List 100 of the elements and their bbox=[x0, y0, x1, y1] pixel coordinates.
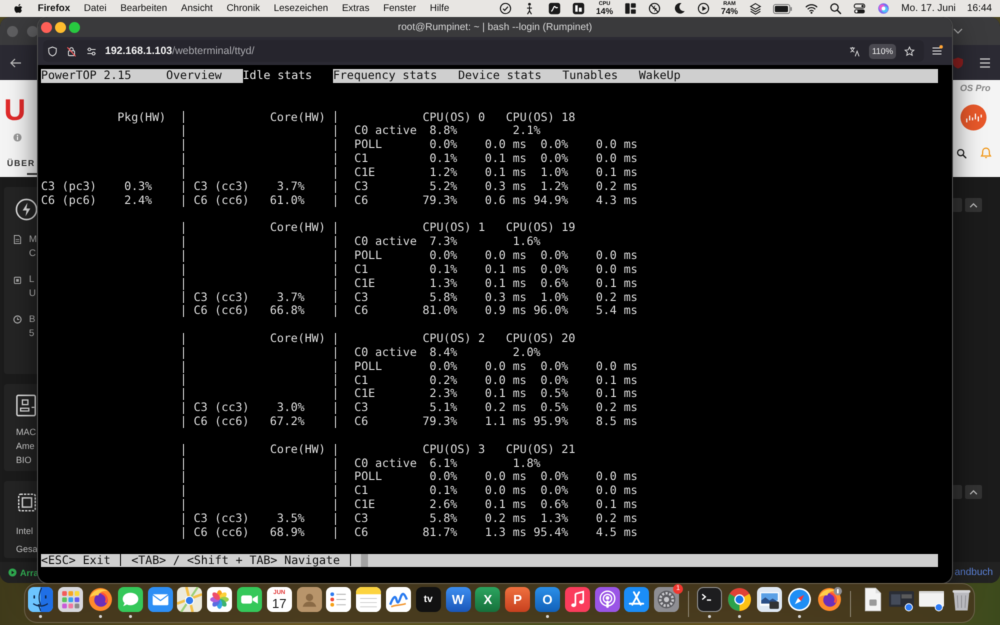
squiggle-icon[interactable] bbox=[386, 587, 411, 612]
search-icon[interactable] bbox=[828, 2, 842, 15]
speech-bubble-icon[interactable] bbox=[118, 587, 143, 612]
table-cell: C1E bbox=[354, 166, 376, 180]
minimize-button[interactable] bbox=[54, 22, 66, 32]
swirl-globe-icon[interactable] bbox=[816, 587, 842, 612]
table-cell: 5.8% bbox=[429, 290, 458, 304]
menu-item[interactable]: Datei bbox=[84, 3, 107, 14]
app-button[interactable]: X bbox=[475, 587, 500, 612]
star-icon[interactable] bbox=[904, 46, 915, 56]
zoom-button[interactable] bbox=[68, 22, 80, 32]
close-button[interactable] bbox=[40, 22, 52, 32]
tab[interactable]: Tunables bbox=[562, 69, 618, 83]
back-arrow-icon[interactable] bbox=[10, 58, 22, 68]
swirl-globe-icon[interactable] bbox=[88, 587, 113, 612]
table-cell: 68.9% bbox=[270, 526, 305, 540]
tab[interactable]: WakeUp bbox=[638, 69, 681, 83]
menu-item[interactable]: Bearbeiten bbox=[120, 3, 168, 14]
sliders-icon[interactable] bbox=[86, 46, 97, 56]
info-icon bbox=[13, 133, 22, 142]
manual-link[interactable]: andbuch bbox=[954, 567, 993, 578]
collapse-button[interactable] bbox=[965, 198, 982, 212]
moon-icon[interactable] bbox=[672, 2, 686, 15]
table-cell: C1 bbox=[354, 262, 368, 277]
table-cell: 1.8% bbox=[512, 456, 540, 470]
smiling-face-icon[interactable] bbox=[28, 587, 54, 612]
nav-tab[interactable]: ÜBER bbox=[7, 158, 36, 168]
logo-icon[interactable] bbox=[960, 104, 987, 131]
table-cell: 67.2% bbox=[270, 415, 305, 429]
table-cell: 0.1 ms bbox=[484, 166, 527, 180]
colorful-orb-icon[interactable] bbox=[877, 2, 890, 15]
flower-icon[interactable] bbox=[207, 587, 232, 612]
menu-bar-time: 16:44 bbox=[966, 3, 992, 14]
search-icon[interactable] bbox=[956, 148, 967, 158]
terminal-icon[interactable] bbox=[697, 587, 722, 612]
tab[interactable]: Idle stats bbox=[242, 69, 333, 83]
chip-icon bbox=[16, 491, 38, 514]
document-icon bbox=[13, 235, 22, 244]
app-status-icon[interactable] bbox=[548, 2, 561, 15]
app-grid-icon[interactable] bbox=[58, 587, 84, 612]
person-silhouette-icon[interactable] bbox=[296, 587, 322, 612]
landscape-picture-icon[interactable] bbox=[756, 587, 782, 612]
bolt-slash-icon[interactable] bbox=[648, 2, 662, 15]
table-cell: C1E bbox=[354, 387, 376, 402]
menu-item[interactable]: Chronik bbox=[226, 3, 260, 14]
chevron-down-icon[interactable] bbox=[953, 28, 963, 34]
menu-icon[interactable] bbox=[931, 45, 943, 57]
lock-slash-icon[interactable] bbox=[66, 46, 77, 56]
tricolor-circle-icon[interactable] bbox=[727, 587, 752, 612]
map-icon[interactable] bbox=[177, 587, 202, 612]
table-cell: 95.4% bbox=[533, 526, 568, 540]
envelope-icon[interactable] bbox=[148, 587, 173, 612]
checklist-icon[interactable] bbox=[326, 587, 352, 612]
card-text: Ame bbox=[16, 440, 35, 453]
menu-item[interactable]: Fenster bbox=[383, 3, 416, 14]
table-cell: C3 (cc3) bbox=[194, 180, 250, 194]
menu-icon[interactable] bbox=[979, 58, 991, 68]
layers-icon[interactable] bbox=[749, 2, 762, 15]
collapse-button[interactable] bbox=[965, 485, 982, 499]
gear-icon[interactable] bbox=[654, 587, 680, 612]
app-button[interactable]: W bbox=[446, 587, 471, 612]
key-hint: <TAB> / <Shift + TAB> Navigate bbox=[131, 554, 340, 568]
table-cell: 7.3% bbox=[429, 235, 458, 249]
play-circle-icon[interactable] bbox=[696, 2, 710, 15]
broadcast-icon[interactable] bbox=[594, 587, 620, 612]
menu-item[interactable]: Hilfe bbox=[430, 3, 450, 14]
address-field[interactable]: 192.168.1.103/webterminal/ttyd/ 110% bbox=[43, 40, 924, 62]
menu-item[interactable]: Ansicht bbox=[180, 3, 213, 14]
compass-icon[interactable] bbox=[786, 587, 812, 612]
apple-logo-icon[interactable] bbox=[13, 2, 23, 14]
toggles-icon[interactable] bbox=[852, 2, 866, 15]
music-note-icon[interactable] bbox=[564, 587, 590, 612]
wifi-icon[interactable] bbox=[804, 2, 818, 15]
tab[interactable]: Overview bbox=[166, 69, 222, 83]
table-cell: 4.5 ms bbox=[596, 526, 638, 540]
video-camera-icon[interactable] bbox=[236, 587, 262, 612]
app-status-icon[interactable] bbox=[572, 2, 585, 15]
battery-icon[interactable] bbox=[773, 4, 794, 14]
menu-item[interactable]: Lesezeichen bbox=[274, 3, 328, 14]
tab[interactable]: Frequency stats bbox=[332, 69, 438, 83]
checkmark-circle-icon[interactable] bbox=[499, 2, 512, 15]
table-cell: 0.1 ms bbox=[596, 374, 638, 388]
translate-icon[interactable] bbox=[849, 46, 860, 56]
table-cell: 66.8% bbox=[270, 304, 305, 318]
shield-icon[interactable] bbox=[47, 46, 58, 56]
window-layout-icon[interactable] bbox=[624, 2, 638, 15]
app-button[interactable]: P bbox=[505, 587, 530, 612]
table-cell: 3.5% bbox=[276, 512, 305, 526]
column-heading: CPU(OS) 19 bbox=[506, 221, 576, 236]
notepad-icon[interactable] bbox=[356, 587, 382, 612]
menu-item[interactable]: Extras bbox=[342, 3, 370, 14]
app-button[interactable]: tv bbox=[416, 587, 441, 612]
table-cell: POLL bbox=[354, 360, 382, 374]
tab[interactable]: Device stats bbox=[458, 69, 542, 83]
table-cell: 3.7% bbox=[276, 290, 305, 304]
zoom-level-button[interactable]: 110% bbox=[869, 44, 896, 58]
app-store-icon[interactable] bbox=[624, 587, 650, 612]
app-button[interactable]: O bbox=[534, 587, 560, 612]
table-cell: 0.2 ms bbox=[596, 290, 638, 304]
app-menu[interactable]: Firefox bbox=[38, 3, 70, 14]
